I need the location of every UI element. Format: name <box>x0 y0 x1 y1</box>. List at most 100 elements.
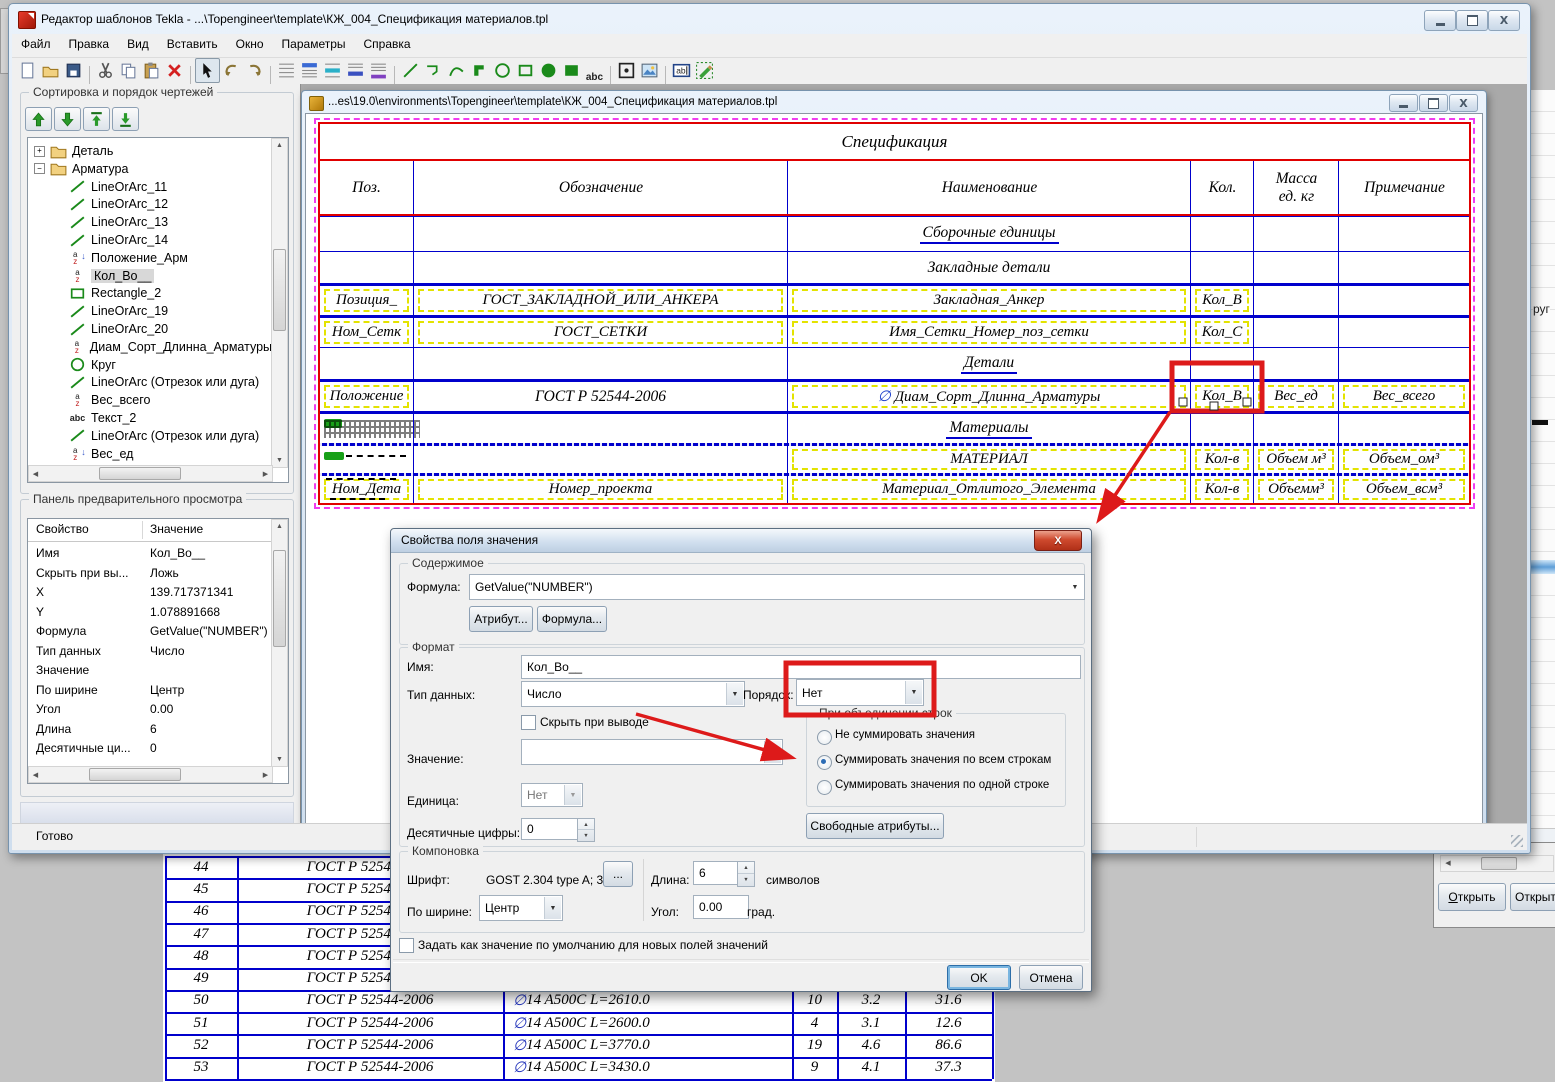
tree-item-Положение_Арм[interactable]: az↓Положение_Арм <box>28 249 272 267</box>
horizontal-scrollbar[interactable]: ◀ <box>1440 855 1554 872</box>
cancel-button[interactable]: Отмена <box>1019 965 1083 990</box>
tree-expander-icon[interactable]: + <box>34 146 45 157</box>
property-row[interactable]: Y1.078891668 <box>28 604 273 623</box>
property-row[interactable]: ИмяКол_Во__ <box>28 545 273 564</box>
value-field[interactable]: Позиция_ <box>324 289 409 312</box>
prop-vscroll-thumb[interactable] <box>273 550 286 647</box>
tree-item-Диам_Сорт_Длинна_Арматуры[interactable]: azДиам_Сорт_Длинна_Арматуры <box>28 338 272 356</box>
move-to-top-button[interactable] <box>83 107 110 131</box>
scroll-right-icon[interactable]: ▶ <box>259 767 272 782</box>
tree-item-LineOrArc (Отрезок или дуга)[interactable]: LineOrArc (Отрезок или дуга) <box>28 427 272 445</box>
spec-text[interactable]: Материалы <box>946 419 1031 439</box>
attribute-button[interactable]: Атрибут... <box>469 606 533 632</box>
chevron-down-icon[interactable]: ▼ <box>726 683 743 705</box>
value-field[interactable]: Объем_ом³ <box>1343 449 1465 470</box>
value-field[interactable]: Ном_Сетк <box>324 321 409 344</box>
spec-text[interactable]: Сборочные единицы <box>920 224 1059 244</box>
radio-selected[interactable] <box>817 755 832 770</box>
toolbar-draw-rectangle-icon[interactable] <box>514 59 537 82</box>
menu-Правка[interactable]: Правка <box>60 34 119 54</box>
tree-item-LineOrArc (Отрезок или дуга)[interactable]: LineOrArc (Отрезок или дуга) <box>28 373 272 391</box>
datatype-combobox[interactable]: Число▼ <box>521 681 745 707</box>
toolbar-save-file-icon[interactable] <box>62 59 85 82</box>
menu-Вставить[interactable]: Вставить <box>158 34 227 54</box>
minimize-button[interactable] <box>1424 10 1456 31</box>
decimals-spinner[interactable]: ▲▼ <box>577 818 595 842</box>
scroll-left-arrow[interactable]: ◀ <box>1441 856 1455 869</box>
tree-item-LineOrArc_11[interactable]: LineOrArc_11 <box>28 178 272 196</box>
prop-vscrollbar[interactable]: ▲▼ <box>271 519 288 767</box>
chevron-down-icon[interactable]: ▼ <box>1067 576 1083 598</box>
scroll-up-icon[interactable]: ▲ <box>272 520 287 533</box>
toolbar-band-list-icon[interactable] <box>275 59 298 82</box>
property-row[interactable]: Значение <box>28 662 273 681</box>
value-field[interactable]: МАТЕРИАЛ <box>792 449 1186 470</box>
value-field[interactable]: ГОСТ_СЕТКИ <box>418 321 783 344</box>
doc-restore-button[interactable] <box>1419 94 1448 112</box>
tree-item-Кол_Во__[interactable]: azКол_Во__ <box>28 267 272 285</box>
value-field[interactable]: Кол-в <box>1195 449 1249 470</box>
open-button-2[interactable]: Открыт <box>1510 883 1555 911</box>
property-row[interactable]: ФормулаGetValue("NUMBER") <box>28 623 273 642</box>
toolbar-draw-polyline-icon[interactable] <box>422 59 445 82</box>
move-up-button[interactable] <box>25 107 52 131</box>
tree-item-LineOrArc_19[interactable]: LineOrArc_19 <box>28 302 272 320</box>
tree-item-Вес_всего[interactable]: azВес_всего <box>28 391 272 409</box>
value-field[interactable]: Имя_Сетки_Номер_поз_сетки <box>792 321 1186 344</box>
scroll-down-icon[interactable]: ▼ <box>272 753 287 766</box>
value-combobox[interactable]: ▼ <box>521 739 783 765</box>
doc-minimize-button[interactable] <box>1389 94 1418 112</box>
toolbar-draw-line-icon[interactable] <box>399 59 422 82</box>
menu-Файл[interactable]: Файл <box>12 34 60 54</box>
tree-item-Круг[interactable]: Круг <box>28 356 272 374</box>
dialog-close-button[interactable]: X <box>1034 530 1082 551</box>
spec-title[interactable]: Спецификация <box>842 132 948 152</box>
value-field[interactable]: Кол_В <box>1195 289 1249 312</box>
toolbar-draw-filled-rectangle-icon[interactable] <box>560 59 583 82</box>
toolbar-select-icon[interactable] <box>195 58 220 83</box>
value-field[interactable]: Вес_ед <box>1258 385 1334 408</box>
free-attributes-button[interactable]: Свободные атрибуты... <box>806 813 944 839</box>
toolbar-paste-icon[interactable] <box>140 59 163 82</box>
property-row[interactable]: X139.717371341 <box>28 584 273 603</box>
tree-vscroll-thumb[interactable] <box>273 249 286 331</box>
move-down-button[interactable] <box>54 107 81 131</box>
radio-option[interactable] <box>817 730 832 745</box>
toolbar-value-field-tool-icon[interactable] <box>615 59 638 82</box>
font-browse-button[interactable]: ... <box>603 861 633 887</box>
value-field[interactable]: ∅ Диам_Сорт_Длинна_Арматуры <box>792 385 1186 408</box>
angle-input[interactable]: 0.00 <box>693 895 749 919</box>
chevron-down-icon[interactable]: ▼ <box>764 741 781 763</box>
maximize-button[interactable] <box>1456 10 1488 31</box>
chevron-down-icon[interactable]: ▼ <box>544 897 561 919</box>
menu-Окно[interactable]: Окно <box>227 34 273 54</box>
close-button[interactable]: X <box>1488 10 1520 31</box>
doc-close-button[interactable]: X <box>1449 94 1478 112</box>
toolbar-new-file-icon[interactable] <box>16 59 39 82</box>
order-combobox[interactable]: Нет▼ <box>796 679 924 706</box>
toolbar-redo-icon[interactable] <box>243 59 266 82</box>
property-row[interactable]: Угол0.00 <box>28 701 273 720</box>
hide-checkbox[interactable] <box>521 715 536 730</box>
value-field[interactable]: Кол-в <box>1195 479 1249 500</box>
spec-text[interactable]: Закладные детали <box>925 259 1054 277</box>
toolbar-undo-icon[interactable] <box>220 59 243 82</box>
tree-vscrollbar[interactable]: ▲▼ <box>271 138 288 468</box>
toolbar-edit-formula-icon[interactable] <box>693 59 716 82</box>
tree-item-LineOrArc_20[interactable]: LineOrArc_20 <box>28 320 272 338</box>
toolbar-cut-icon[interactable] <box>94 59 117 82</box>
scroll-up-icon[interactable]: ▲ <box>272 139 287 152</box>
scroll-right-icon[interactable]: ▶ <box>259 466 272 481</box>
toolbar-draw-polygon-icon[interactable] <box>468 59 491 82</box>
toolbar-copy-icon[interactable] <box>117 59 140 82</box>
toolbar-delete-icon[interactable] <box>163 59 186 82</box>
value-field[interactable]: Кол_С <box>1195 321 1249 344</box>
spec-text[interactable]: ГОСТ Р 52544-2006 <box>532 388 669 406</box>
scroll-down-icon[interactable]: ▼ <box>272 454 287 467</box>
move-to-bottom-button[interactable] <box>112 107 139 131</box>
tree-item-Вес_ед[interactable]: az↓Вес_ед <box>28 445 272 463</box>
value-field[interactable]: Материал_Отлитого_Элемента <box>792 479 1186 500</box>
menu-Вид[interactable]: Вид <box>118 34 158 54</box>
spin-down-icon[interactable]: ▼ <box>738 873 754 886</box>
toolbar-draw-arc-icon[interactable] <box>445 59 468 82</box>
